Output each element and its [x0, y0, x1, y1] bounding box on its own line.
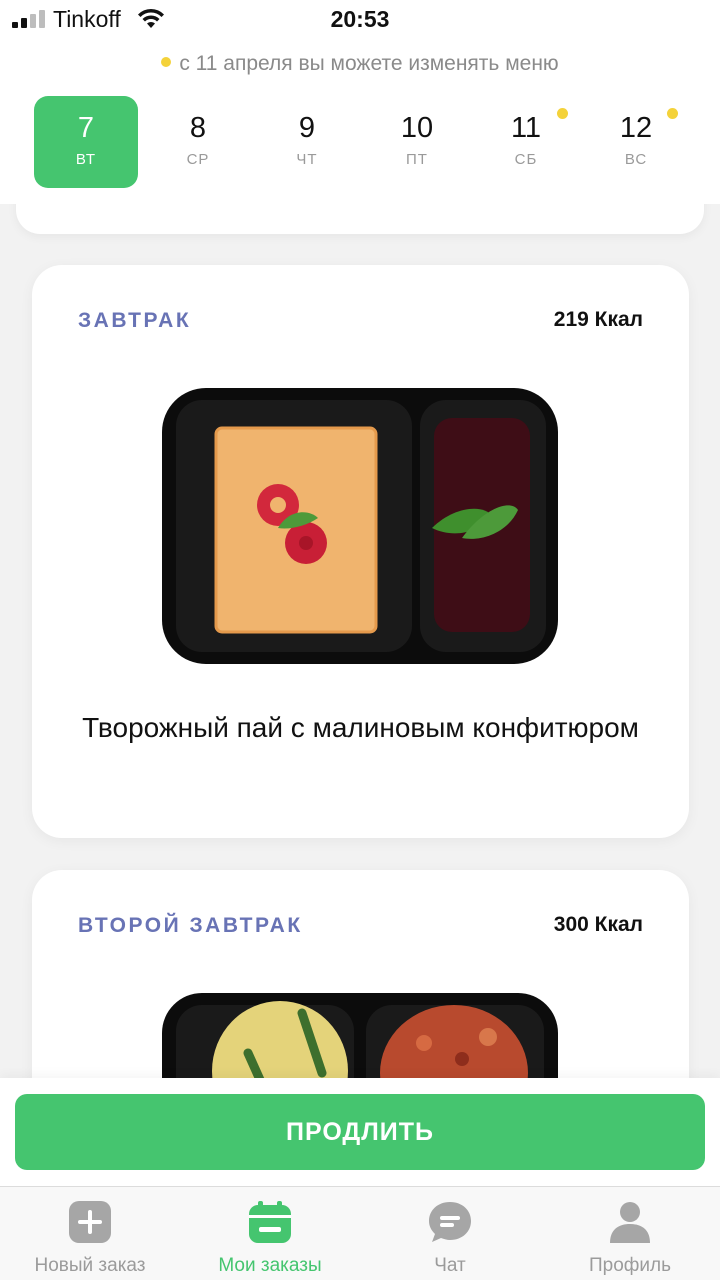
- dish-photo: [162, 388, 558, 664]
- dish-name: Творожный пай с малиновым конфитюром: [82, 712, 639, 743]
- status-bar: Tinkoff 20:53: [0, 0, 720, 42]
- menu-editable-dot-icon: [557, 108, 568, 119]
- chat-bubble-icon: [429, 1202, 471, 1242]
- header: с 11 апреля вы можете изменять меню 7 ВТ…: [0, 42, 720, 204]
- extend-button[interactable]: ПРОДЛИТЬ: [15, 1094, 705, 1170]
- notice-text: с 11 апреля вы можете изменять меню: [179, 52, 559, 75]
- yellow-dot-icon: [161, 57, 172, 68]
- day-tab-9[interactable]: 9 ЧТ: [255, 96, 359, 188]
- day-weekday: ЧТ: [296, 151, 318, 168]
- tab-my-orders[interactable]: Мои заказы: [180, 1187, 360, 1280]
- person-icon: [610, 1202, 650, 1243]
- tab-label: Новый заказ: [34, 1255, 146, 1276]
- tab-new-order[interactable]: Новый заказ: [0, 1187, 180, 1280]
- action-area: ПРОДЛИТЬ: [0, 1078, 720, 1186]
- tab-label: Профиль: [588, 1255, 672, 1276]
- meal-kcal: 300 Ккал: [553, 913, 643, 936]
- plus-square-icon: [69, 1201, 111, 1243]
- day-tab-10[interactable]: 10 ПТ: [365, 96, 469, 188]
- meal-card[interactable]: ЗАВТРАК 219 Ккал Творожный пай с малинов…: [32, 265, 689, 838]
- day-weekday: ВТ: [75, 151, 97, 168]
- meal-type: ВТОРОЙ ЗАВТРАК: [78, 914, 303, 937]
- day-weekday: СБ: [514, 151, 538, 168]
- day-weekday: ВС: [624, 151, 648, 168]
- day-weekday: ПТ: [406, 151, 428, 168]
- tab-label: Чат: [434, 1255, 466, 1276]
- tab-profile[interactable]: Профиль: [540, 1187, 720, 1280]
- meal-kcal: 219 Ккал: [553, 308, 643, 331]
- day-tab-8[interactable]: 8 СР: [146, 96, 250, 188]
- day-number: 10: [400, 112, 434, 144]
- day-number: 9: [298, 112, 316, 144]
- tab-bar: Новый заказ Мои заказы Чат Профиль: [0, 1186, 720, 1280]
- day-number: 8: [189, 112, 207, 144]
- day-weekday: СР: [186, 151, 210, 168]
- menu-change-notice: с 11 апреля вы можете изменять меню: [0, 52, 720, 76]
- meal-card[interactable]: ВТОРОЙ ЗАВТРАК 300 Ккал: [32, 870, 689, 1143]
- day-number: 7: [77, 112, 95, 144]
- day-tab-11[interactable]: 11 СБ: [474, 96, 578, 188]
- tab-label: Мои заказы: [218, 1255, 322, 1276]
- calendar-icon: [249, 1201, 291, 1243]
- day-tab-7[interactable]: 7 ВТ: [34, 96, 138, 188]
- clock: 20:53: [330, 6, 390, 32]
- tab-chat[interactable]: Чат: [360, 1187, 540, 1280]
- day-tab-12[interactable]: 12 ВС: [584, 96, 688, 188]
- meal-type: ЗАВТРАК: [78, 309, 192, 332]
- menu-editable-dot-icon: [667, 108, 678, 119]
